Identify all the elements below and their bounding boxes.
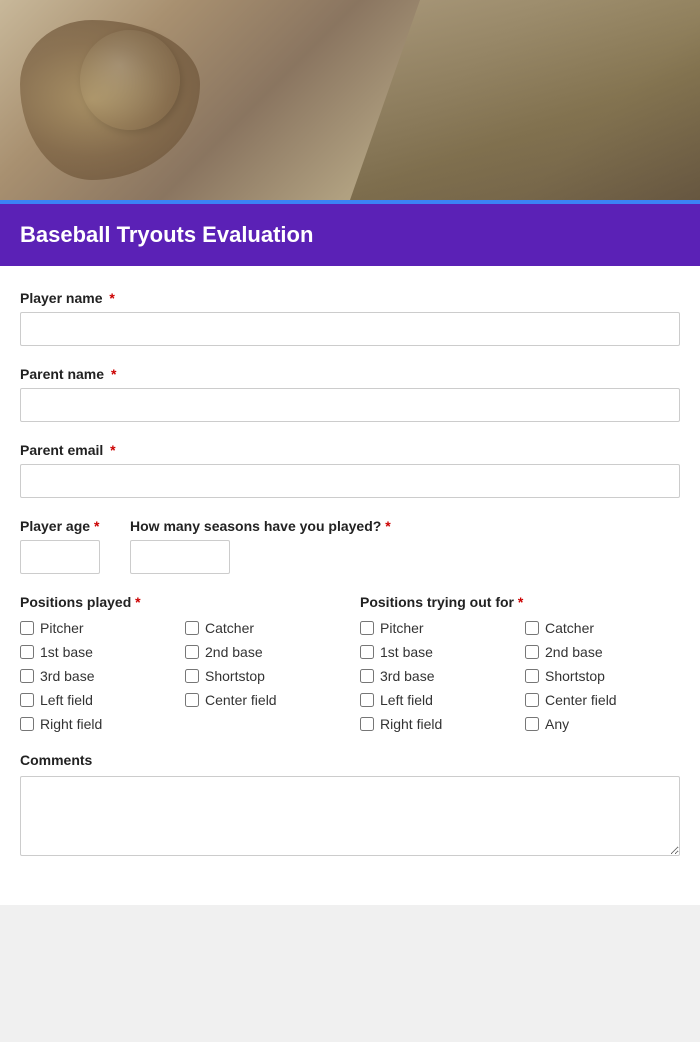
player-age-label: Player age * [20, 518, 100, 534]
positions-tryout-title: Positions trying out for * [360, 594, 680, 610]
page-header: Baseball Tryouts Evaluation [0, 200, 700, 266]
tryout-center-field[interactable]: Center field [525, 692, 680, 708]
tryout-left-field[interactable]: Left field [360, 692, 515, 708]
parent-email-label: Parent email * [20, 442, 680, 458]
tryout-catcher[interactable]: Catcher [525, 620, 680, 636]
seasons-played-group: How many seasons have you played? * [130, 518, 391, 574]
comments-group: Comments [20, 752, 680, 861]
tryout-shortstop-checkbox[interactable] [525, 669, 539, 683]
positions-played-grid: Pitcher Catcher 1st base 2nd base 3rd ba… [20, 620, 340, 732]
parent-name-label: Parent name * [20, 366, 680, 382]
comments-label: Comments [20, 752, 680, 768]
tryout-1st-base[interactable]: 1st base [360, 644, 515, 660]
played-pitcher-checkbox[interactable] [20, 621, 34, 635]
played-2nd-base[interactable]: 2nd base [185, 644, 340, 660]
played-right-field-checkbox[interactable] [20, 717, 34, 731]
positions-sections: Positions played * Pitcher Catcher 1st b… [20, 594, 680, 732]
played-catcher[interactable]: Catcher [185, 620, 340, 636]
played-catcher-checkbox[interactable] [185, 621, 199, 635]
positions-played-title: Positions played * [20, 594, 340, 610]
tryout-2nd-base[interactable]: 2nd base [525, 644, 680, 660]
glove-decoration [350, 0, 700, 200]
page-title: Baseball Tryouts Evaluation [20, 222, 313, 247]
age-seasons-row: Player age * How many seasons have you p… [20, 518, 680, 574]
played-left-field-checkbox[interactable] [20, 693, 34, 707]
positions-played-section: Positions played * Pitcher Catcher 1st b… [20, 594, 340, 732]
tryout-catcher-checkbox[interactable] [525, 621, 539, 635]
tryout-right-field-checkbox[interactable] [360, 717, 374, 731]
parent-email-group: Parent email * [20, 442, 680, 498]
tryout-1st-base-checkbox[interactable] [360, 645, 374, 659]
played-1st-base[interactable]: 1st base [20, 644, 175, 660]
tryout-shortstop[interactable]: Shortstop [525, 668, 680, 684]
played-left-field[interactable]: Left field [20, 692, 175, 708]
seasons-played-input[interactable] [130, 540, 230, 574]
seasons-played-label: How many seasons have you played? * [130, 518, 391, 534]
player-age-input[interactable] [20, 540, 100, 574]
player-name-input[interactable] [20, 312, 680, 346]
played-2nd-base-checkbox[interactable] [185, 645, 199, 659]
tryout-pitcher-checkbox[interactable] [360, 621, 374, 635]
positions-tryout-grid: Pitcher Catcher 1st base 2nd base 3rd ba… [360, 620, 680, 732]
player-name-group: Player name * [20, 290, 680, 346]
played-shortstop[interactable]: Shortstop [185, 668, 340, 684]
tryout-pitcher[interactable]: Pitcher [360, 620, 515, 636]
played-center-field-checkbox[interactable] [185, 693, 199, 707]
played-center-field[interactable]: Center field [185, 692, 340, 708]
tryout-left-field-checkbox[interactable] [360, 693, 374, 707]
tryout-3rd-base[interactable]: 3rd base [360, 668, 515, 684]
played-right-field[interactable]: Right field [20, 716, 175, 732]
parent-name-input[interactable] [20, 388, 680, 422]
played-1st-base-checkbox[interactable] [20, 645, 34, 659]
hero-banner [0, 0, 700, 200]
player-name-label: Player name * [20, 290, 680, 306]
comments-textarea[interactable] [20, 776, 680, 856]
tryout-any[interactable]: Any [525, 716, 680, 732]
tryout-any-checkbox[interactable] [525, 717, 539, 731]
parent-email-input[interactable] [20, 464, 680, 498]
tryout-2nd-base-checkbox[interactable] [525, 645, 539, 659]
played-shortstop-checkbox[interactable] [185, 669, 199, 683]
played-pitcher[interactable]: Pitcher [20, 620, 175, 636]
player-age-group: Player age * [20, 518, 100, 574]
tryout-center-field-checkbox[interactable] [525, 693, 539, 707]
tryout-right-field[interactable]: Right field [360, 716, 515, 732]
positions-tryout-section: Positions trying out for * Pitcher Catch… [360, 594, 680, 732]
played-3rd-base-checkbox[interactable] [20, 669, 34, 683]
tryout-3rd-base-checkbox[interactable] [360, 669, 374, 683]
form-container: Player name * Parent name * Parent email… [0, 266, 700, 905]
played-3rd-base[interactable]: 3rd base [20, 668, 175, 684]
parent-name-group: Parent name * [20, 366, 680, 422]
